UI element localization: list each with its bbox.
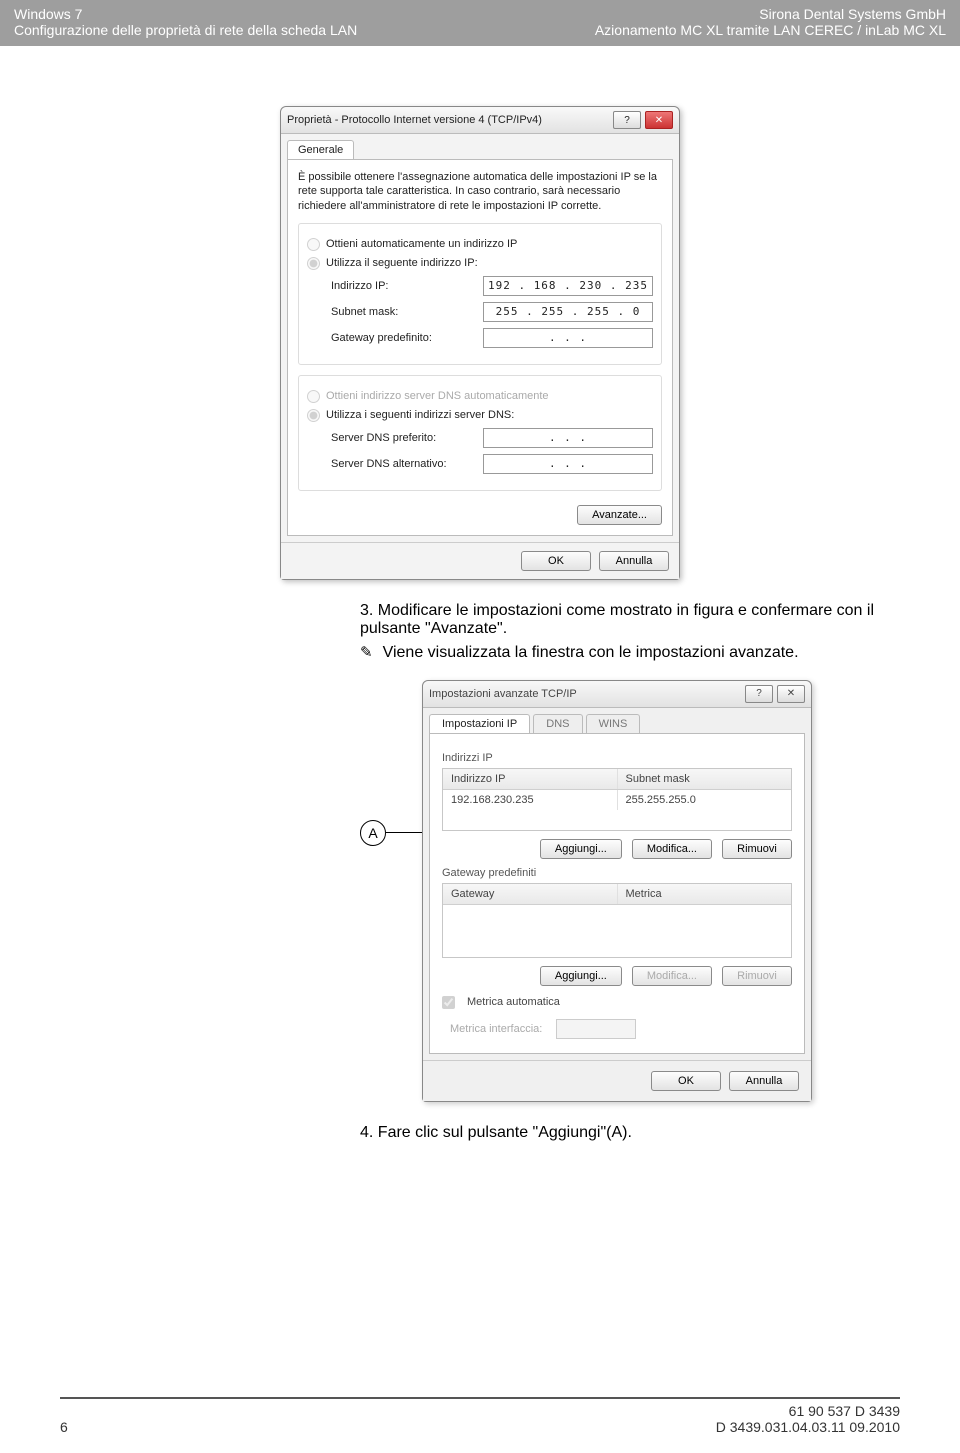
radio-static-dns[interactable]: Utilizza i seguenti indirizzi server DNS…	[307, 409, 653, 422]
ok-button[interactable]: OK	[521, 551, 591, 571]
gateway-table: Gateway Metrica	[442, 883, 792, 958]
radio-static-dns-input[interactable]	[307, 409, 320, 422]
page-header: Windows 7 Sirona Dental Systems GmbH Con…	[0, 0, 960, 46]
step-3-result: Viene visualizzata la finestra con le im…	[383, 644, 799, 662]
step-3-text: Modificare le impostazioni come mostrato…	[360, 602, 874, 637]
tab-wins[interactable]: WINS	[586, 714, 641, 733]
group-gw-label: Gateway predefiniti	[442, 867, 792, 879]
ip-remove-button[interactable]: Rimuovi	[722, 839, 792, 859]
radio-auto-dns[interactable]: Ottieni indirizzo server DNS automaticam…	[307, 390, 653, 403]
radio-auto-ip[interactable]: Ottieni automaticamente un indirizzo IP	[307, 238, 653, 251]
ip-edit-button[interactable]: Modifica...	[632, 839, 712, 859]
result-arrow-icon: ✎	[360, 644, 373, 662]
ip-table: Indirizzo IP Subnet mask 192.168.230.235…	[442, 768, 792, 831]
input-mask[interactable]: 255 . 255 . 255 . 0	[483, 302, 653, 322]
help-icon: ?	[624, 115, 630, 126]
col-metric: Metrica	[618, 884, 792, 904]
dlg1-intro-text: È possibile ottenere l'assegnazione auto…	[298, 170, 662, 213]
radio-static-ip[interactable]: Utilizza il seguente indirizzo IP:	[307, 257, 653, 270]
col-mask: Subnet mask	[618, 769, 792, 789]
step-4-num: 4.	[360, 1124, 373, 1141]
cell-ip: 192.168.230.235	[443, 790, 618, 810]
dlg1-tabbar: Generale	[281, 134, 679, 159]
radio-auto-ip-label: Ottieni automaticamente un indirizzo IP	[326, 238, 517, 250]
hdr-left-2: Configurazione delle proprietà di rete d…	[14, 22, 357, 38]
label-if-metric: Metrica interfaccia:	[450, 1023, 542, 1035]
cancel-button[interactable]: Annulla	[599, 551, 669, 571]
close-icon: ✕	[787, 688, 795, 699]
step-4: 4. Fare clic sul pulsante "Aggiungi"(A).	[360, 1124, 900, 1142]
input-if-metric	[556, 1019, 636, 1039]
dlg2-close-button[interactable]: ✕	[777, 685, 805, 703]
dlg2-ok-button[interactable]: OK	[651, 1071, 721, 1091]
footer-code2: D 3439.031.04.03.11 09.2010	[716, 1419, 900, 1435]
ip-table-row[interactable]: 192.168.230.235 255.255.255.0	[443, 790, 791, 810]
radio-auto-ip-input[interactable]	[307, 238, 320, 251]
tab-dns[interactable]: DNS	[533, 714, 582, 733]
step-3-num: 3.	[360, 602, 373, 619]
radio-static-dns-label: Utilizza i seguenti indirizzi server DNS…	[326, 409, 514, 421]
cell-mask: 255.255.255.0	[618, 790, 792, 810]
radio-static-ip-input[interactable]	[307, 257, 320, 270]
label-ip: Indirizzo IP:	[331, 280, 388, 292]
step-4-text: Fare clic sul pulsante "Aggiungi"(A).	[378, 1124, 632, 1141]
col-ip: Indirizzo IP	[443, 769, 618, 789]
footer-code1: 61 90 537 D 3439	[789, 1403, 900, 1419]
hdr-left-1: Windows 7	[14, 6, 82, 22]
close-icon: ✕	[655, 115, 663, 126]
tab-impostazioni-ip[interactable]: Impostazioni IP	[429, 714, 530, 733]
help-icon: ?	[756, 688, 762, 699]
group-ip-label: Indirizzi IP	[442, 752, 792, 764]
input-ip[interactable]: 192 . 168 . 230 . 235	[483, 276, 653, 296]
hdr-right-2: Azionamento MC XL tramite LAN CEREC / in…	[595, 22, 946, 38]
dialog-ipv4-properties: Proprietà - Protocollo Internet versione…	[280, 106, 680, 580]
dlg1-titlebar: Proprietà - Protocollo Internet versione…	[281, 107, 679, 134]
dlg1-title: Proprietà - Protocollo Internet versione…	[287, 114, 542, 126]
checkbox-auto-metric[interactable]	[442, 996, 455, 1009]
help-button[interactable]: ?	[613, 111, 641, 129]
gw-add-button[interactable]: Aggiungi...	[540, 966, 622, 986]
dlg2-title: Impostazioni avanzate TCP/IP	[429, 688, 577, 700]
dialog-tcpip-advanced: Impostazioni avanzate TCP/IP ? ✕ Imposta…	[422, 680, 812, 1102]
dlg2-cancel-button[interactable]: Annulla	[729, 1071, 799, 1091]
input-dns1[interactable]: . . .	[483, 428, 653, 448]
step-3: 3. Modificare le impostazioni come mostr…	[360, 602, 900, 662]
input-gateway[interactable]: . . .	[483, 328, 653, 348]
dlg2-titlebar: Impostazioni avanzate TCP/IP ? ✕	[423, 681, 811, 708]
radio-auto-dns-label: Ottieni indirizzo server DNS automaticam…	[326, 390, 549, 402]
ip-add-button[interactable]: Aggiungi...	[540, 839, 622, 859]
callout-a: A	[360, 820, 422, 846]
hdr-right-1: Sirona Dental Systems GmbH	[759, 6, 946, 22]
page-footer: 61 90 537 D 3439 6 D 3439.031.04.03.11 0…	[0, 1397, 960, 1435]
gw-remove-button: Rimuovi	[722, 966, 792, 986]
label-gateway: Gateway predefinito:	[331, 332, 432, 344]
label-auto-metric: Metrica automatica	[467, 996, 560, 1008]
tab-generale[interactable]: Generale	[287, 140, 354, 159]
label-dns2: Server DNS alternativo:	[331, 458, 447, 470]
callout-line	[386, 832, 422, 833]
label-mask: Subnet mask:	[331, 306, 398, 318]
callout-letter: A	[368, 825, 377, 841]
footer-page: 6	[60, 1419, 68, 1435]
gw-edit-button: Modifica...	[632, 966, 712, 986]
radio-auto-dns-input[interactable]	[307, 390, 320, 403]
advanced-button[interactable]: Avanzate...	[577, 505, 662, 525]
label-dns1: Server DNS preferito:	[331, 432, 436, 444]
input-dns2[interactable]: . . .	[483, 454, 653, 474]
dlg2-help-button[interactable]: ?	[745, 685, 773, 703]
radio-static-ip-label: Utilizza il seguente indirizzo IP:	[326, 257, 478, 269]
col-gateway: Gateway	[443, 884, 618, 904]
close-button[interactable]: ✕	[645, 111, 673, 129]
